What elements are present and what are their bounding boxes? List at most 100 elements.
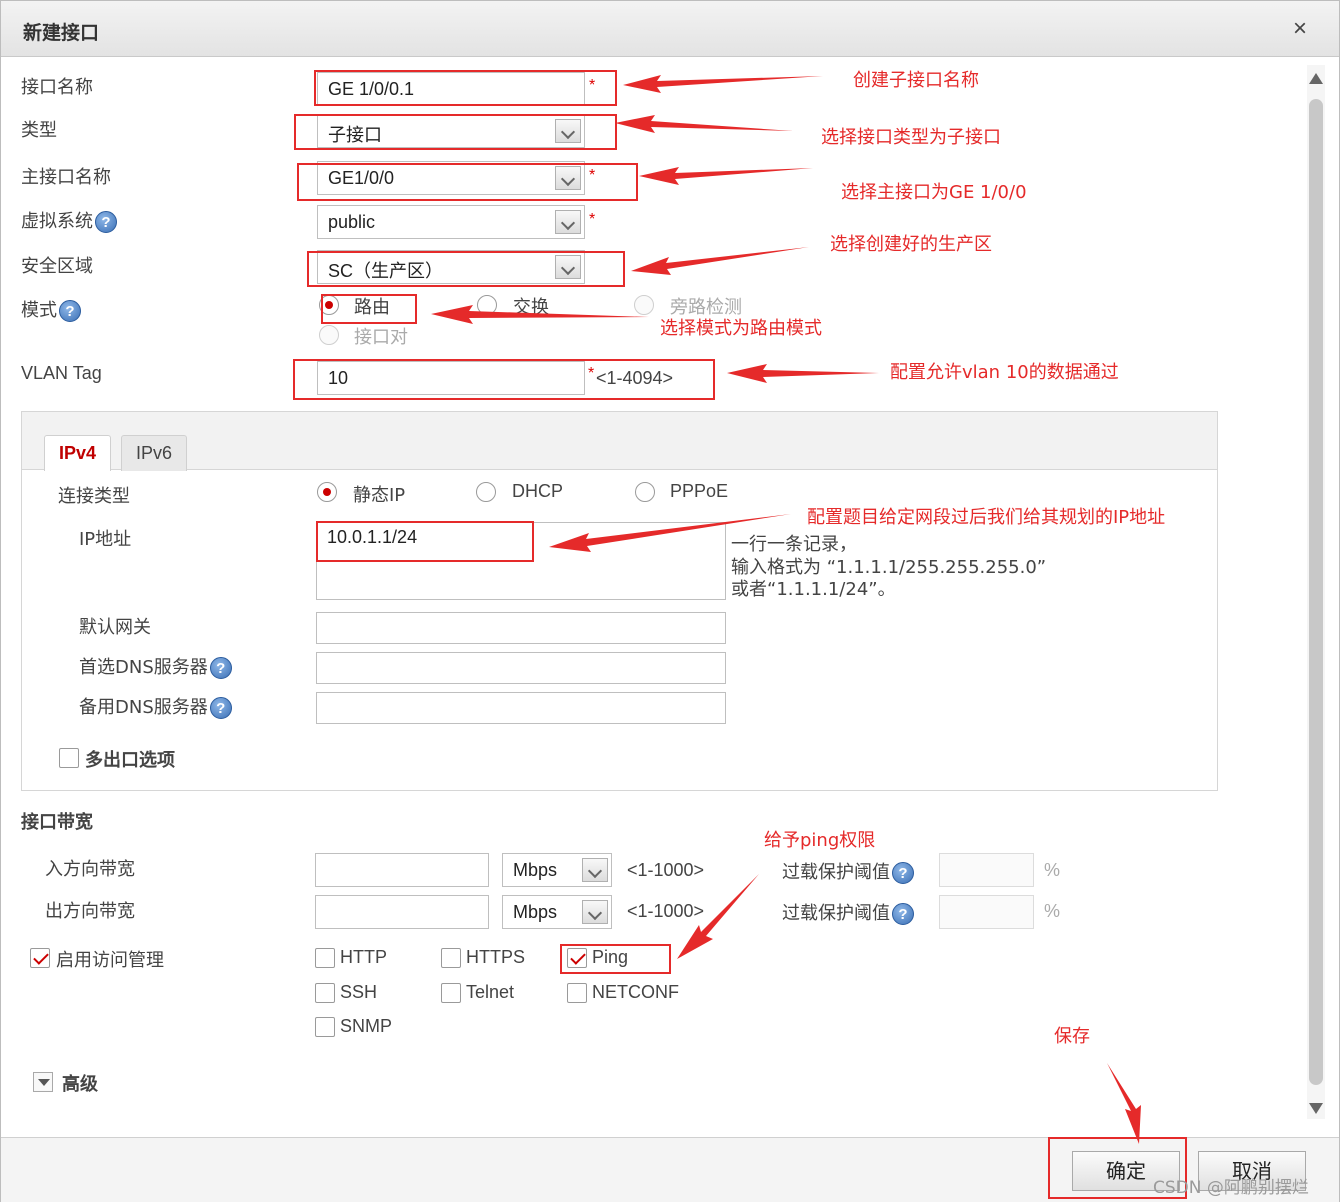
help-icon[interactable]: ?: [59, 300, 81, 322]
out-unit-select[interactable]: Mbps: [502, 895, 612, 929]
mode-bypass-radio[interactable]: [634, 295, 654, 315]
scrollbar-thumb[interactable]: [1309, 99, 1323, 1085]
chevron-down-icon[interactable]: [582, 858, 608, 882]
netconf-checkbox[interactable]: [567, 983, 587, 1003]
ip-address-textarea[interactable]: 10.0.1.1/24: [316, 522, 726, 600]
mode-switch-label: 交换: [513, 297, 549, 318]
access-mgmt-checkbox[interactable]: [30, 948, 50, 968]
ping-label: Ping: [592, 947, 629, 967]
help-icon[interactable]: ?: [209, 697, 232, 719]
chevron-down-icon[interactable]: [555, 210, 581, 234]
help-icon[interactable]: ?: [209, 657, 232, 679]
arrow-vlan: [727, 364, 879, 383]
dns2-label: 备用DNS服务器?: [79, 693, 232, 719]
conn-static-radio[interactable]: [317, 482, 337, 502]
chevron-down-icon[interactable]: [555, 166, 581, 190]
in-overload-label: 过载保护阈值?: [782, 858, 914, 884]
telnet-checkbox[interactable]: [441, 983, 461, 1003]
annotation-text-save: 保存: [1054, 1026, 1090, 1047]
in-bandwidth-input[interactable]: [315, 853, 489, 887]
annotation-text-parent: 选择主接口为GE 1/0/0: [841, 182, 1027, 203]
interface-name-input[interactable]: GE 1/0/0.1: [317, 72, 585, 106]
type-select[interactable]: 子接口: [317, 114, 585, 148]
in-overload-text: 过载保护阈值: [782, 862, 890, 883]
required-mark: *: [589, 211, 596, 228]
required-mark: *: [589, 167, 596, 184]
dns1-label: 首选DNS服务器?: [79, 653, 232, 679]
tab-ipv6[interactable]: IPv6: [121, 435, 188, 471]
arrow-name: [623, 75, 823, 93]
ssh-checkbox[interactable]: [315, 983, 335, 1003]
zone-label: 安全区域: [21, 256, 93, 277]
scroll-down-icon[interactable]: [1309, 1103, 1323, 1114]
annotation-text-ping: 给予ping权限: [764, 830, 876, 851]
advanced-label[interactable]: 高级: [62, 1070, 98, 1096]
conn-pppoe-radio[interactable]: [635, 482, 655, 502]
telnet-label: Telnet: [466, 982, 515, 1002]
chevron-down-icon[interactable]: [582, 900, 608, 924]
in-range-hint: <1-1000>: [627, 860, 705, 880]
multi-exit-label: 多出口选项: [85, 750, 175, 771]
type-label: 类型: [21, 120, 57, 141]
gateway-input[interactable]: [316, 612, 726, 644]
help-icon[interactable]: ?: [892, 862, 914, 884]
mode-pair-label: 接口对: [354, 327, 408, 348]
access-mgmt-label: 启用访问管理: [56, 950, 164, 971]
http-checkbox[interactable]: [315, 948, 335, 968]
tab-ipv4[interactable]: IPv4: [44, 435, 112, 471]
dialog-titlebar: 新建接口 ×: [1, 1, 1339, 57]
help-icon[interactable]: ?: [95, 211, 117, 233]
out-bandwidth-input[interactable]: [315, 895, 489, 929]
interface-name-label: 接口名称: [21, 77, 93, 98]
arrow-type: [615, 115, 793, 133]
chevron-down-icon[interactable]: [555, 255, 581, 279]
close-icon[interactable]: ×: [1293, 15, 1307, 43]
in-bandwidth-label: 入方向带宽: [45, 859, 135, 880]
annotation-text-type: 选择接口类型为子接口: [821, 127, 1001, 148]
out-percent: %: [1044, 901, 1061, 921]
zone-select[interactable]: SC（生产区）: [317, 250, 585, 284]
type-select-value: 子接口: [328, 125, 382, 145]
in-unit-value: Mbps: [513, 860, 558, 880]
out-overload-input[interactable]: [939, 895, 1034, 929]
mode-route-radio[interactable]: [319, 295, 339, 315]
dialog-title: 新建接口: [23, 22, 100, 44]
out-range-hint: <1-1000>: [627, 901, 705, 921]
snmp-label: SNMP: [340, 1016, 393, 1036]
conn-static-label: 静态IP: [353, 485, 406, 506]
scroll-up-icon[interactable]: [1309, 73, 1323, 84]
parent-interface-select[interactable]: GE1/0/0: [317, 161, 585, 195]
vsys-value: public: [328, 212, 376, 232]
out-bandwidth-label: 出方向带宽: [45, 901, 135, 922]
conn-dhcp-radio[interactable]: [476, 482, 496, 502]
mode-pair-radio[interactable]: [319, 325, 339, 345]
dns1-label-text: 首选DNS服务器: [79, 657, 208, 678]
vsys-select[interactable]: public: [317, 205, 585, 239]
mode-switch-radio[interactable]: [477, 295, 497, 315]
bandwidth-section-label: 接口带宽: [21, 812, 93, 833]
out-overload-text: 过载保护阈值: [782, 903, 890, 924]
ping-checkbox[interactable]: [567, 948, 587, 968]
dns2-input[interactable]: [316, 692, 726, 724]
https-checkbox[interactable]: [441, 948, 461, 968]
advanced-expand-icon[interactable]: [33, 1072, 53, 1092]
dns1-input[interactable]: [316, 652, 726, 684]
watermark: CSDN @阿鹏别摆烂: [1153, 1178, 1309, 1198]
vsys-label-text: 虚拟系统: [21, 211, 93, 232]
https-label: HTTPS: [466, 947, 526, 967]
in-unit-select[interactable]: Mbps: [502, 853, 612, 887]
dns2-label-text: 备用DNS服务器: [79, 697, 208, 718]
annotation-text-ip: 配置题目给定网段过后我们给其规划的IP地址: [807, 507, 1166, 528]
mode-label: 模式?: [21, 296, 81, 322]
help-icon[interactable]: ?: [892, 903, 914, 925]
chevron-down-icon[interactable]: [555, 119, 581, 143]
annotation-text-zone: 选择创建好的生产区: [830, 234, 992, 255]
multi-exit-checkbox[interactable]: [59, 748, 79, 768]
parent-interface-value: GE1/0/0: [328, 168, 395, 188]
new-interface-dialog: 新建接口 × 接口名称 GE 1/0/0.1 * 类型 子接口 主接口名称 GE…: [0, 0, 1340, 1202]
snmp-checkbox[interactable]: [315, 1017, 335, 1037]
mode-label-text: 模式: [21, 300, 57, 321]
in-overload-input[interactable]: [939, 853, 1034, 887]
annotation-text-name: 创建子接口名称: [853, 70, 979, 91]
vlan-tag-input[interactable]: 10: [317, 361, 585, 395]
